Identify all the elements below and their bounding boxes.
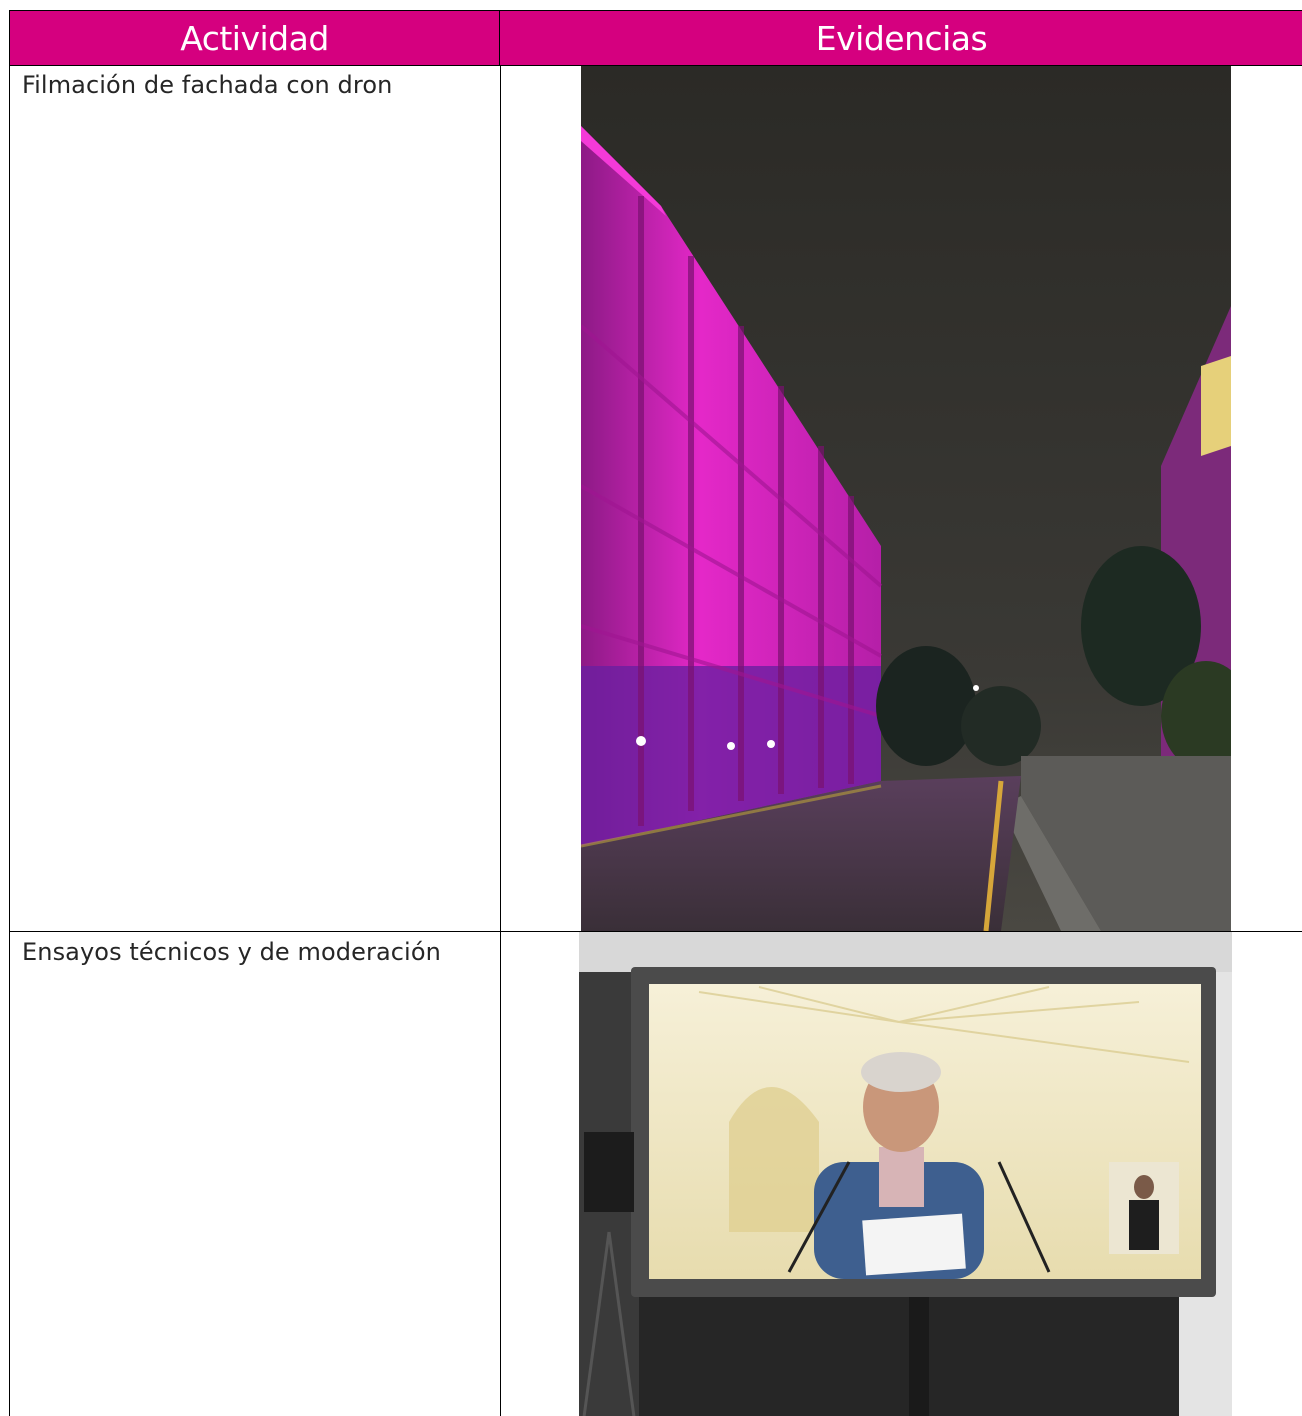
building-facade-photo — [581, 66, 1231, 931]
row-2-actividad: Ensayos técnicos y de moderación — [22, 938, 441, 966]
header-actividad: Actividad — [10, 11, 500, 65]
table-header-row: Actividad Evidencias — [10, 11, 1302, 65]
column-divider — [500, 65, 501, 1416]
header-evidencias: Evidencias — [815, 18, 988, 58]
evidence-table: Actividad Evidencias Filmación de fachad… — [9, 10, 1302, 1416]
monitor-rehearsal-photo — [579, 932, 1232, 1416]
row-1-actividad: Filmación de fachada con dron — [22, 71, 393, 99]
